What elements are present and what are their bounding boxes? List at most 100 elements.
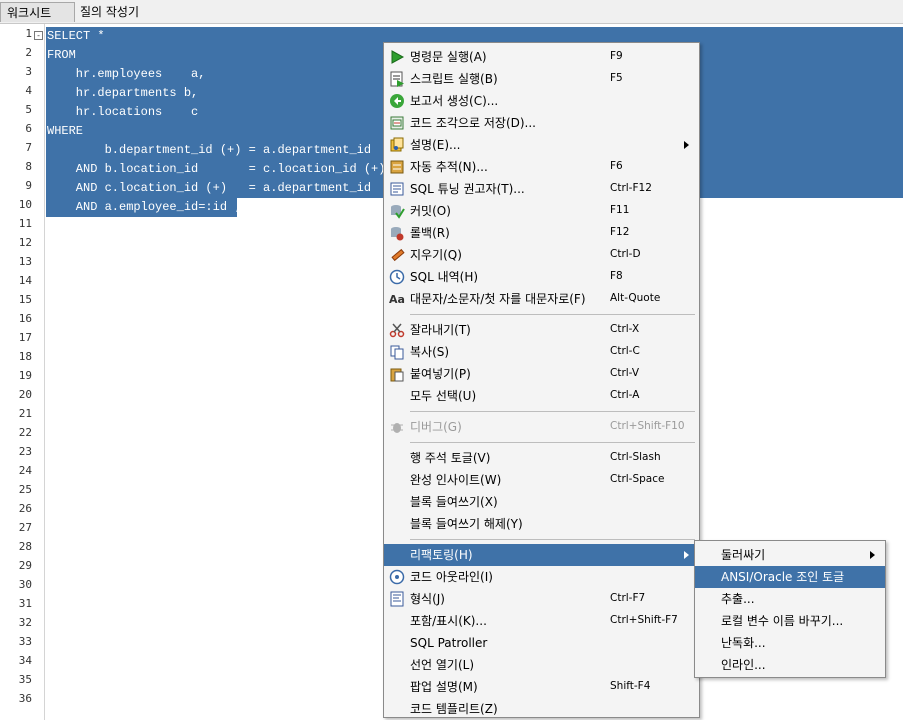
submenu-item[interactable]: 둘러싸기 (695, 544, 885, 566)
menu-item-label: 붙여넣기(P) (410, 367, 471, 381)
format-icon (389, 591, 405, 607)
code-line: AND a.employee_id=:id ; (47, 200, 242, 214)
menu-item[interactable]: 형식(J) Ctrl-F7 (384, 588, 699, 610)
submenu-item[interactable]: 난독화... (695, 632, 885, 654)
menu-item-shortcut: Ctrl-V (610, 367, 640, 379)
menu-item-label: 명령문 실행(A) (410, 50, 487, 64)
line-number: 14 (18, 274, 32, 287)
submenu-item[interactable]: 인라인... (695, 654, 885, 676)
menu-item[interactable]: SQL 튜닝 권고자(T)... Ctrl-F12 (384, 178, 699, 200)
menu-item-shortcut: Alt-Quote (610, 292, 661, 304)
line-number: 31 (18, 597, 32, 610)
menu-item[interactable]: 코드 조각으로 저장(D)... (384, 112, 699, 134)
clear-icon (389, 247, 405, 263)
line-number: 17 (18, 331, 32, 344)
menu-item[interactable]: 보고서 생성(C)... (384, 90, 699, 112)
menu-item[interactable]: 코드 템플리트(Z) (384, 698, 699, 717)
menu-item[interactable]: 블록 들여쓰기(X) (384, 491, 699, 513)
refactoring-submenu: 둘러싸기 ANSI/Oracle 조인 토글 추출... 로컬 변수 이름 바꾸기..… (694, 540, 886, 678)
menu-item-shortcut: Ctrl-Space (610, 473, 665, 485)
menu-item-label: 팝업 설명(M) (410, 680, 478, 694)
code-line: hr.departments b, (47, 86, 199, 100)
fold-collapse-icon[interactable]: - (34, 31, 43, 40)
submenu-item[interactable]: 로컬 변수 이름 바꾸기... (695, 610, 885, 632)
submenu-arrow-icon (684, 141, 689, 149)
line-number: 13 (18, 255, 32, 268)
menu-item[interactable]: 자동 추적(N)... F6 (384, 156, 699, 178)
submenu-item[interactable]: ANSI/Oracle 조인 토글 (695, 566, 885, 588)
menu-item-label: SQL 내역(H) (410, 270, 479, 284)
autotrace-icon (389, 159, 405, 175)
menu-item-label: 코드 템플리트(Z) (410, 702, 498, 716)
submenu-item-label: 둘러싸기 (721, 548, 766, 562)
menu-item[interactable]: 선언 열기(L) (384, 654, 699, 676)
line-number: 2 (25, 46, 32, 59)
submenu-item-label: 로컬 변수 이름 바꾸기... (721, 614, 844, 628)
menu-item-shortcut: Ctrl-A (610, 389, 640, 401)
menu-item-shortcut: F12 (610, 226, 630, 238)
line-number: 3 (25, 65, 32, 78)
line-number: 10 (18, 198, 32, 211)
menu-item[interactable]: 블록 들여쓰기 해제(Y) (384, 513, 699, 535)
menu-item-label: 모두 선택(U) (410, 389, 477, 403)
menu-item[interactable]: 지우기(Q) Ctrl-D (384, 244, 699, 266)
tab-query-builder[interactable]: 질의 작성기 (74, 2, 145, 22)
menu-item-shortcut: F9 (610, 50, 623, 62)
menu-item[interactable]: 잘라내기(T) Ctrl-X (384, 319, 699, 341)
line-number: 9 (25, 179, 32, 192)
line-number: 36 (18, 692, 32, 705)
menu-item-shortcut: Ctrl-C (610, 345, 640, 357)
menu-item[interactable]: 모두 선택(U) Ctrl-A (384, 385, 699, 407)
run-statement-icon (389, 49, 405, 65)
menu-item[interactable]: 포함/표시(K)... Ctrl+Shift-F7 (384, 610, 699, 632)
menu-item[interactable]: 행 주석 토글(V) Ctrl-Slash (384, 447, 699, 469)
menu-item[interactable]: 스크립트 실행(B) F5 (384, 68, 699, 90)
line-number: 23 (18, 445, 32, 458)
line-number: 32 (18, 616, 32, 629)
menu-separator (410, 411, 695, 412)
menu-item[interactable]: SQL 내역(H) F8 (384, 266, 699, 288)
menu-item-label: 대문자/소문자/첫 자를 대문자로(F) (410, 292, 586, 306)
line-number: 15 (18, 293, 32, 306)
menu-item[interactable]: 명령문 실행(A) F9 (384, 46, 699, 68)
line-number: 6 (25, 122, 32, 135)
menu-item[interactable]: 완성 인사이트(W) Ctrl-Space (384, 469, 699, 491)
line-number: 33 (18, 635, 32, 648)
line-number: 1 (25, 27, 32, 40)
save-snippet-icon (389, 115, 405, 131)
menu-item[interactable]: 붙여넣기(P) Ctrl-V (384, 363, 699, 385)
menu-item[interactable]: 팝업 설명(M) Shift-F4 (384, 676, 699, 698)
menu-item[interactable]: 커밋(O) F11 (384, 200, 699, 222)
menu-item-shortcut: Ctrl-F7 (610, 592, 646, 604)
menu-item-shortcut: Ctrl-D (610, 248, 641, 260)
code-line: WHERE (47, 124, 84, 138)
submenu-item[interactable]: 추출... (695, 588, 885, 610)
menu-separator (410, 539, 695, 540)
menu-item-label: 자동 추적(N)... (410, 160, 488, 174)
menu-item-label: 코드 아웃라인(I) (410, 570, 493, 584)
code-line: hr.locations c (47, 105, 199, 119)
code-line: SELECT * (47, 29, 105, 43)
menu-item[interactable]: 복사(S) Ctrl-C (384, 341, 699, 363)
line-number: 25 (18, 483, 32, 496)
submenu-arrow-icon (684, 551, 689, 559)
menu-item[interactable]: 리팩토링(H) (384, 544, 699, 566)
worksheet-tab-bar: 워크시트 질의 작성기 (0, 0, 903, 24)
debug-icon (389, 419, 405, 435)
line-number-gutter: - 1 2 3 4 5 6 7 8 9 10 11 12 13 14 15 16 17 18 19 20 21 22 23 2… (0, 24, 45, 720)
line-number: 26 (18, 502, 32, 515)
menu-item[interactable]: 코드 아웃라인(I) (384, 566, 699, 588)
menu-item[interactable]: 설명(E)... (384, 134, 699, 156)
menu-item-label: SQL Patroller (410, 636, 488, 650)
menu-item[interactable]: 롤백(R) F12 (384, 222, 699, 244)
line-number: 24 (18, 464, 32, 477)
menu-item[interactable]: Aa 대문자/소문자/첫 자를 대문자로(F) Alt-Quote (384, 288, 699, 310)
menu-item-label: 블록 들여쓰기(X) (410, 495, 498, 509)
line-number: 4 (25, 84, 32, 97)
menu-item[interactable]: SQL Patroller (384, 632, 699, 654)
line-number: 28 (18, 540, 32, 553)
sql-tuning-advisor-icon (389, 181, 405, 197)
line-number: 34 (18, 654, 32, 667)
tab-worksheet[interactable]: 워크시트 (0, 2, 75, 22)
menu-item-shortcut: Shift-F4 (610, 680, 651, 692)
